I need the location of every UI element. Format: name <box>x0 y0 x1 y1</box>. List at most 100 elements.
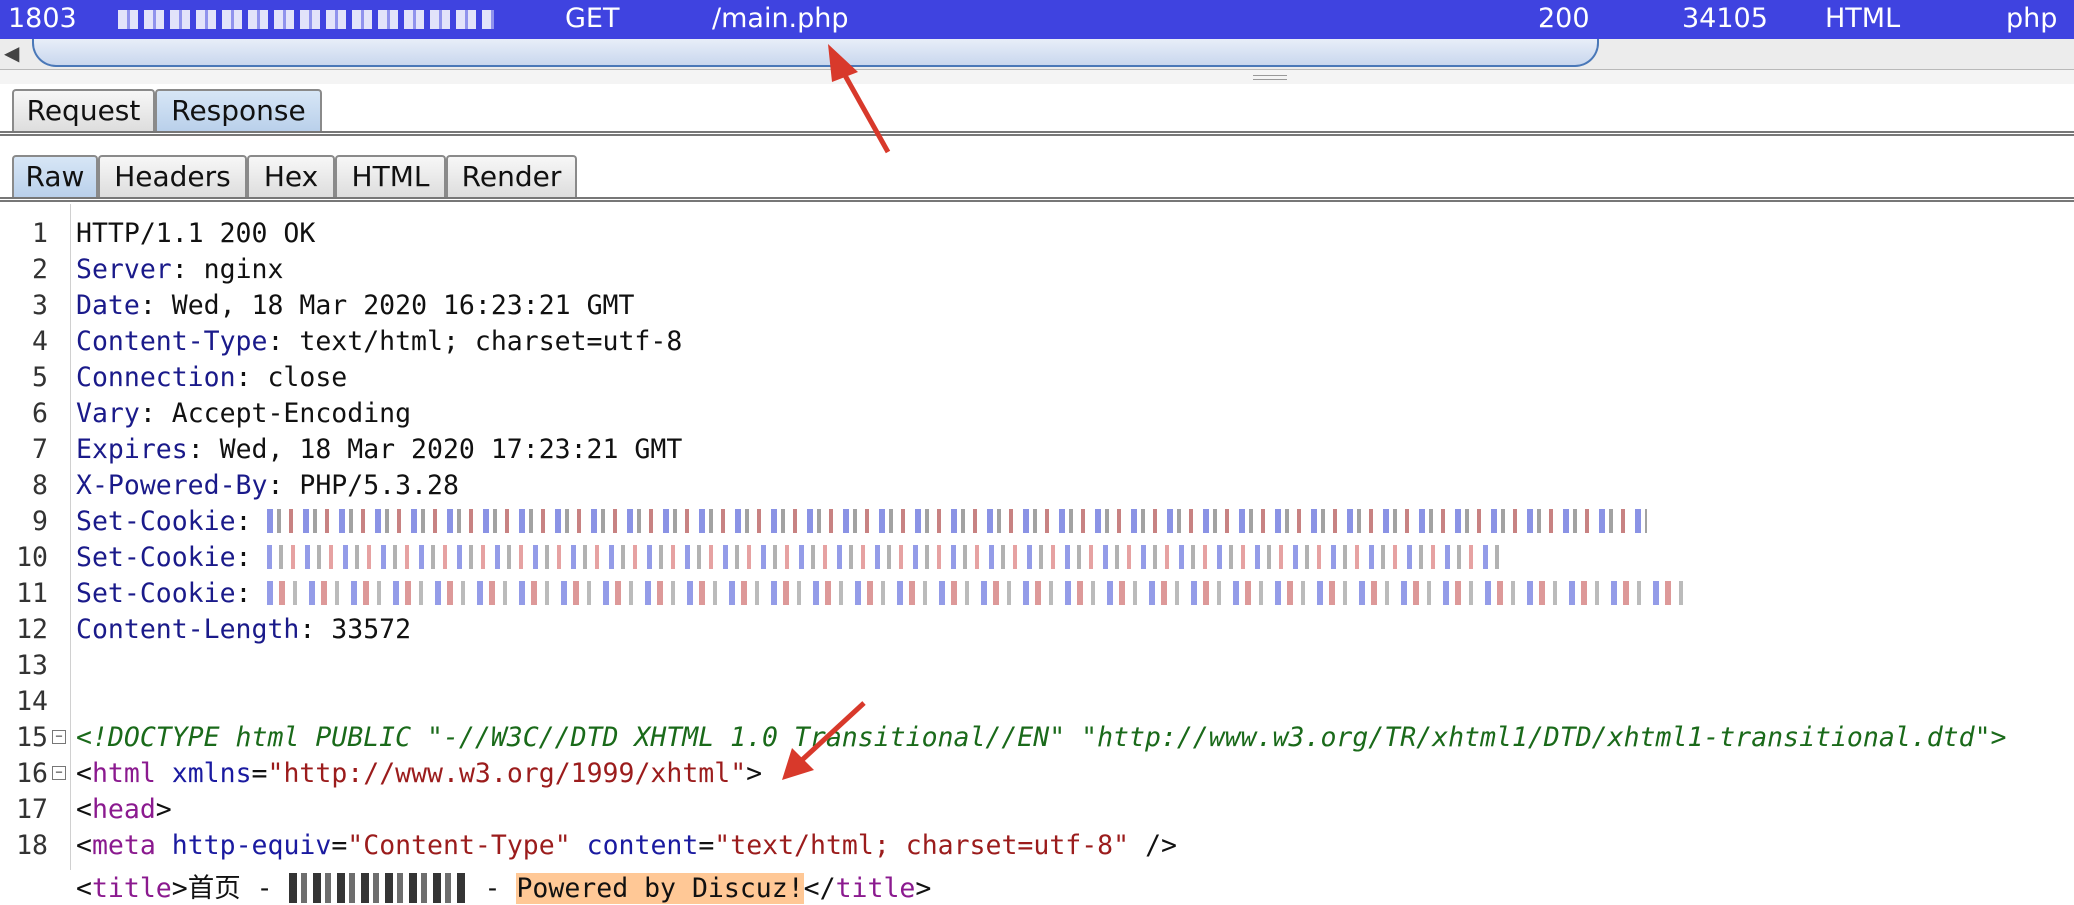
attribute-value: "Content-Type" <box>347 830 571 861</box>
line-number: 10 <box>16 542 48 573</box>
line-number: 16 <box>16 758 48 789</box>
code-line-title-tag: <title>首页 - - Powered by Discuz!</title> <box>76 873 932 904</box>
code-line-cookie: Set-Cookie: <box>76 578 1688 609</box>
line-number: 4 <box>32 326 48 357</box>
fold-collapse-icon[interactable]: − <box>52 766 66 780</box>
code-line-header: X-Powered-By: PHP/5.3.28 <box>76 470 459 501</box>
line-number: 3 <box>32 290 48 321</box>
attribute-name: content <box>586 830 699 861</box>
line-number: 8 <box>32 470 48 501</box>
response-length: 34105 <box>1682 3 1768 34</box>
title-separator: - <box>468 873 517 904</box>
tab-html[interactable]: HTML <box>335 155 446 199</box>
attribute-name: http-equiv <box>171 830 332 861</box>
header-value: Wed, 18 Mar 2020 16:23:21 GMT <box>171 290 635 321</box>
tag-name: meta <box>91 830 156 861</box>
code-line-header: Date: Wed, 18 Mar 2020 16:23:21 GMT <box>76 290 635 321</box>
tag-name: title <box>835 873 916 904</box>
splitter-grip-icon[interactable] <box>1253 75 1287 80</box>
message-tabs: Request Response <box>0 84 2074 136</box>
pane-splitter[interactable] <box>0 70 2074 85</box>
code-line-meta-tag: <meta http-equiv="Content-Type" content=… <box>76 830 1177 861</box>
header-name: Date <box>76 290 140 321</box>
code-line-header: Server: nginx <box>76 254 284 285</box>
redacted-cookie <box>267 509 1648 533</box>
header-value: close <box>267 362 348 393</box>
tab-baseline <box>0 131 2074 136</box>
header-value: text/html; charset=utf-8 <box>299 326 683 357</box>
tab-render[interactable]: Render <box>446 155 577 199</box>
code-line-header: Expires: Wed, 18 Mar 2020 17:23:21 GMT <box>76 434 683 465</box>
fold-collapse-icon[interactable]: − <box>52 730 66 744</box>
redacted-cookie <box>267 545 1508 569</box>
code-line-doctype: <!DOCTYPE html PUBLIC "-//W3C//DTD XHTML… <box>76 722 2007 753</box>
response-status: 200 <box>1538 3 1590 34</box>
view-tabs: Raw Headers Hex HTML Render <box>0 150 2074 202</box>
line-number: 12 <box>16 614 48 645</box>
code-line-header: Vary: Accept-Encoding <box>76 398 412 429</box>
header-name: Vary <box>76 398 140 429</box>
header-name: Expires <box>76 434 188 465</box>
line-number: 9 <box>32 506 48 537</box>
header-name: Content-Length <box>76 614 300 645</box>
header-value: PHP/5.3.28 <box>299 470 459 501</box>
header-name: Set-Cookie <box>76 542 236 573</box>
scrollbar-thumb[interactable] <box>32 39 1599 67</box>
left-arrow-icon[interactable]: ◀ <box>4 41 19 65</box>
header-name: Set-Cookie <box>76 578 236 609</box>
line-number: 7 <box>32 434 48 465</box>
request-id: 1803 <box>8 3 77 34</box>
line-number: 17 <box>16 794 48 825</box>
horizontal-scrollbar[interactable]: ◀ <box>0 39 2074 70</box>
tab-request[interactable]: Request <box>12 89 155 133</box>
tag-name: title <box>91 873 172 904</box>
request-method: GET <box>565 3 620 34</box>
code-line-header: Content-Type: text/html; charset=utf-8 <box>76 326 683 357</box>
header-value: 33572 <box>331 614 412 645</box>
code-line-header: Connection: close <box>76 362 348 393</box>
header-name: Set-Cookie <box>76 506 236 537</box>
code-line-head-tag: <head> <box>76 794 172 825</box>
code-line-cookie: Set-Cookie: <box>76 506 1648 537</box>
tab-headers[interactable]: Headers <box>98 155 247 199</box>
attribute-value: "http://www.w3.org/1999/xhtml" <box>267 758 747 789</box>
header-name: Connection <box>76 362 236 393</box>
code-line-cookie: Set-Cookie: <box>76 542 1508 573</box>
line-number: 11 <box>16 578 48 609</box>
header-name: Server <box>76 254 172 285</box>
line-number: 5 <box>32 362 48 393</box>
attribute-value: "text/html; charset=utf-8" <box>714 830 1130 861</box>
tab-baseline <box>0 197 2074 202</box>
response-raw-editor[interactable]: 1 2 3 4 5 6 7 8 9 10 11 12 13 14 15 16 1… <box>0 204 2074 904</box>
line-number: 2 <box>32 254 48 285</box>
redacted-host <box>118 10 494 29</box>
line-number: 18 <box>16 830 48 861</box>
line-number: 15 <box>16 722 48 753</box>
line-number: 1 <box>32 218 48 249</box>
code-line-status: HTTP/1.1 200 OK <box>76 218 316 249</box>
tab-hex[interactable]: Hex <box>247 155 335 199</box>
tab-response[interactable]: Response <box>155 89 322 133</box>
line-number: 14 <box>16 686 48 717</box>
tag-name: head <box>91 794 156 825</box>
line-number: 6 <box>32 398 48 429</box>
code-line-header: Content-Length: 33572 <box>76 614 412 645</box>
attribute-name: xmlns <box>171 758 252 789</box>
tab-raw[interactable]: Raw <box>12 155 98 199</box>
selected-request-row[interactable]: 1803 GET /main.php 200 34105 HTML php <box>0 0 2074 39</box>
redacted-cookie <box>267 581 1688 605</box>
code-line-html-tag: <html xmlns="http://www.w3.org/1999/xhtm… <box>76 758 763 789</box>
extension: php <box>2006 3 2058 34</box>
highlighted-powered-by: Powered by Discuz! <box>516 873 804 904</box>
tag-name: html <box>91 758 156 789</box>
line-number: 13 <box>16 650 48 681</box>
redacted-site-name <box>288 873 469 903</box>
title-text: 首页 - <box>187 873 289 904</box>
header-value: Accept-Encoding <box>171 398 412 429</box>
header-value: nginx <box>203 254 284 285</box>
request-path: /main.php <box>712 3 849 34</box>
header-name: Content-Type <box>76 326 268 357</box>
mime-type: HTML <box>1825 3 1901 34</box>
header-name: X-Powered-By <box>76 470 268 501</box>
header-value: Wed, 18 Mar 2020 17:23:21 GMT <box>219 434 683 465</box>
